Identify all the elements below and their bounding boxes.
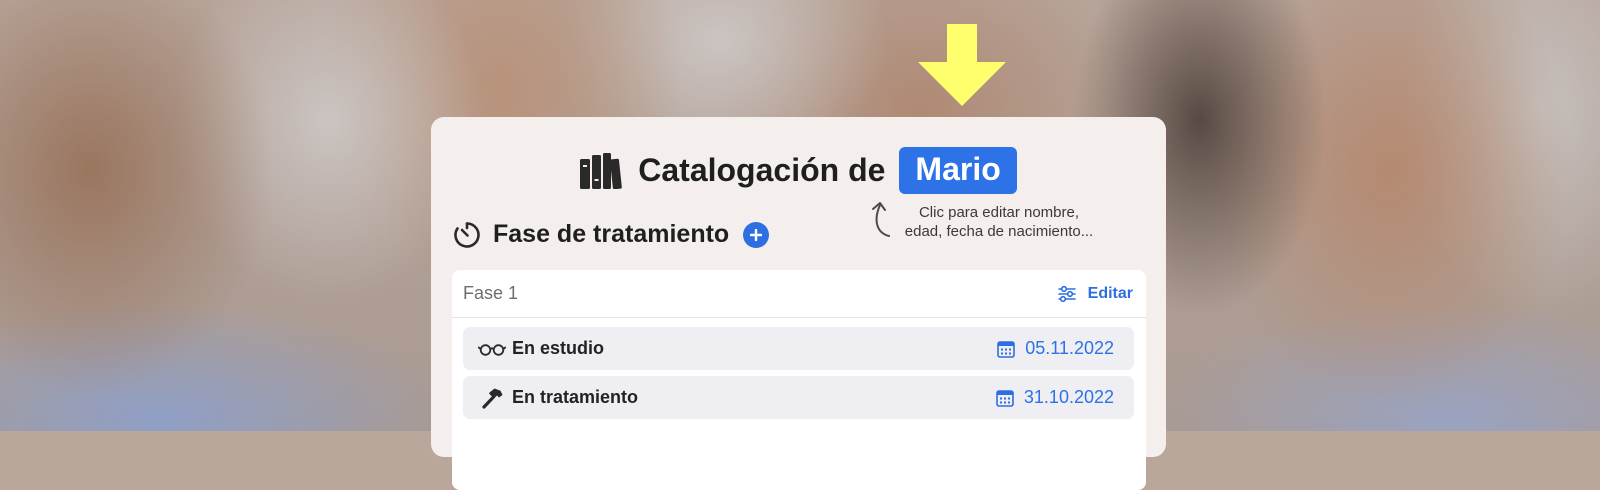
books-icon (580, 152, 623, 189)
phase-label: Fase 1 (463, 283, 519, 303)
phase-header: Fase 1 Editar (452, 270, 1146, 318)
edit-label: Editar (1087, 284, 1133, 302)
glasses-icon (478, 343, 506, 356)
page-title: Catalogación de (638, 152, 886, 188)
curved-arrow-icon (872, 202, 890, 237)
name-edit-button[interactable]: Mario (899, 147, 1017, 194)
add-phase-button[interactable] (743, 221, 770, 248)
hammer-icon (482, 388, 503, 409)
status-label: En tratamiento (512, 387, 639, 407)
edit-phase-button[interactable]: Editar (1057, 284, 1133, 303)
calendar-icon (997, 340, 1016, 358)
plus-icon (750, 228, 763, 241)
section-header: Fase de tratamiento (453, 220, 770, 249)
hint-line-1: Clic para editar nombre, (918, 204, 1080, 221)
status-row-study[interactable]: En estudio 05.11.2022 (463, 327, 1134, 370)
title-row: Catalogación de Mario (431, 147, 1166, 194)
cataloging-card: Catalogación de Mario Clic para editar n… (431, 117, 1166, 490)
status-label: En estudio (512, 338, 605, 358)
status-left: En tratamiento (478, 387, 638, 409)
status-date-group: 05.11.2022 (997, 338, 1114, 359)
status-date: 31.10.2022 (1023, 387, 1114, 407)
arrow-down-icon (918, 24, 1006, 106)
status-left: En estudio (478, 338, 604, 359)
status-date: 05.11.2022 (1025, 338, 1114, 358)
sliders-icon (1057, 285, 1076, 302)
hint-line-2: edad, fecha de nacimiento... (904, 223, 1094, 240)
timer-icon (454, 221, 480, 248)
status-date-group: 31.10.2022 (996, 387, 1114, 408)
status-row-treatment[interactable]: En tratamiento 31.10.2022 (463, 376, 1134, 419)
edit-hint: Clic para editar nombre, edad, fecha de … (894, 203, 1104, 241)
calendar-icon (996, 389, 1014, 407)
section-title: Fase de tratamiento (493, 220, 730, 248)
phase-panel: Fase 1 Editar En estudio 05.11.2022 En t… (452, 270, 1146, 490)
